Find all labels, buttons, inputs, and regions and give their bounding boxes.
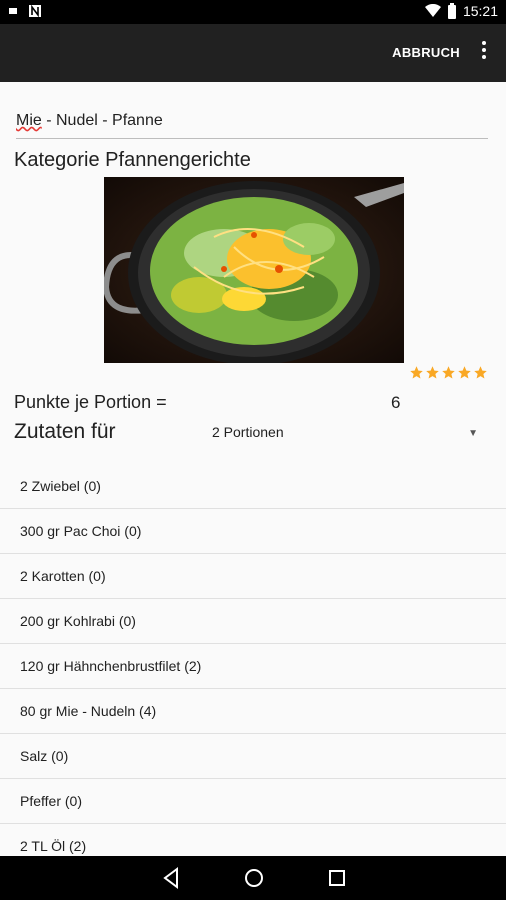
star-icon [474,366,487,379]
star-icon [410,366,423,379]
status-time: 15:21 [462,3,498,19]
back-icon[interactable] [160,866,182,890]
ingredient-item[interactable]: Pfeffer (0) [0,779,506,824]
recipe-photo[interactable] [104,177,404,363]
ingredient-item[interactable]: 80 gr Mie - Nudeln (4) [0,689,506,734]
ingredient-item[interactable]: Salz (0) [0,734,506,779]
dropdown-arrow-icon: ▼ [468,428,478,439]
cancel-button[interactable]: ABBRUCH [392,45,460,60]
home-icon[interactable] [243,866,265,890]
ingredient-item[interactable]: 2 Zwiebel (0) [0,464,506,509]
recipe-content: Mie - Nudel - Pfanne Kategorie Pfannenge… [0,82,506,856]
ingredient-item[interactable]: 300 gr Pac Choi (0) [0,509,506,554]
rating-stars[interactable] [409,365,488,380]
recipe-title-first-word: Mie [16,112,42,129]
ingredient-item[interactable]: 200 gr Kohlrabi (0) [0,599,506,644]
star-icon [458,366,471,379]
app-bar: ABBRUCH [0,24,506,82]
n-icon [29,4,41,18]
ingredient-item[interactable]: 2 TL Öl (2) [0,824,506,856]
navigation-bar [0,856,506,900]
ingredient-list: 2 Zwiebel (0) 300 gr Pac Choi (0) 2 Karo… [0,464,506,856]
star-icon [442,366,455,379]
recipe-title-rest: - Nudel - Pfanne [41,112,163,129]
wifi-icon [424,4,441,17]
points-label: Punkte je Portion = [14,392,167,412]
category-label: Kategorie Pfannengerichte [14,149,251,171]
recents-icon[interactable] [326,866,348,890]
points-value: 6 [391,393,401,412]
portions-selected-value: 2 Portionen [212,424,284,440]
ingredients-for-label: Zutaten für [14,420,116,443]
ingredient-item[interactable]: 2 Karotten (0) [0,554,506,599]
status-bar: 15:21 [0,0,506,24]
star-icon [426,366,439,379]
sim-icon [9,8,17,14]
battery-icon [447,3,456,19]
recipe-title-input[interactable]: Mie - Nudel - Pfanne [16,112,488,139]
ingredient-item[interactable]: 120 gr Hähnchenbrustfilet (2) [0,644,506,689]
portions-dropdown[interactable]: 2 Portionen ▼ [212,424,486,446]
overflow-menu-icon[interactable] [480,41,488,65]
